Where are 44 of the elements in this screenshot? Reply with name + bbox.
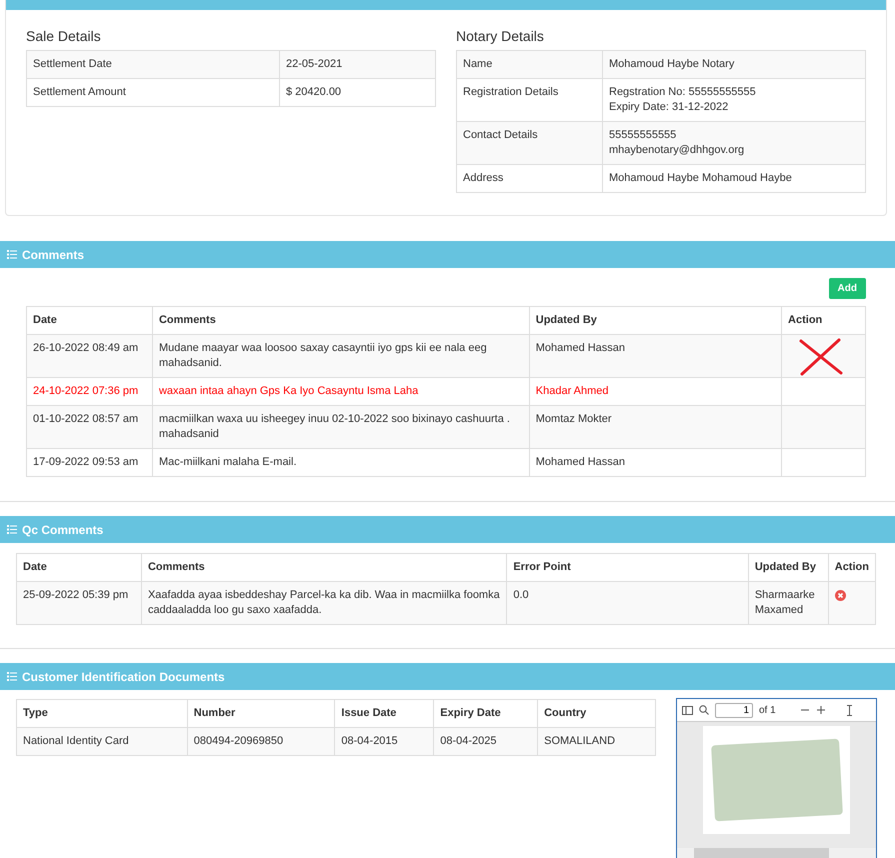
column-header: Date xyxy=(26,306,152,334)
table-cell: $ 20420.00 xyxy=(280,78,436,106)
column-header: Country xyxy=(538,700,656,728)
column-header: Number xyxy=(187,700,335,728)
table-cell: Settlement Date xyxy=(26,50,280,78)
table-cell: 08-04-2015 xyxy=(334,728,434,756)
subsection-title: Notary Details xyxy=(456,28,545,44)
zoom-in-icon[interactable] xyxy=(816,705,826,715)
table-cell: Sharmaarke Maxamed xyxy=(748,582,828,624)
column-header: Date xyxy=(16,554,142,582)
subsection-title: Sale Details xyxy=(26,28,102,44)
table-cell: 0.0 xyxy=(506,582,748,624)
column-header: Comments xyxy=(152,306,530,334)
delete-icon[interactable] xyxy=(834,590,846,601)
table-cell: 08-04-2025 xyxy=(434,728,538,756)
column-header: Error Point xyxy=(506,554,748,582)
table-cell: Settlement Amount xyxy=(26,78,280,106)
page-count: of 1 xyxy=(759,704,776,716)
column-header: Type xyxy=(16,700,188,728)
table-cell: Mohamoud Haybe Notary xyxy=(602,50,866,78)
table-cell: Xaafadda ayaa isbeddeshay Parcel-ka ka dib. Waa in macmiilka foomka caddaaladda loo gu saxo xaafadda. xyxy=(141,582,507,624)
column-header: Updated By xyxy=(529,306,782,334)
column-header: Comments xyxy=(141,554,507,582)
table-cell: 080494-20969850 xyxy=(187,728,335,756)
table-cell: SOMALILAND xyxy=(538,728,656,756)
list-icon xyxy=(7,525,17,534)
section-title: Customer Identification Documents xyxy=(22,670,225,684)
table-cell: Mac-miilkani malaha E-mail. xyxy=(152,448,530,476)
text-cursor-icon[interactable] xyxy=(846,704,853,716)
list-icon xyxy=(7,250,17,259)
table-cell: Mohamoud Haybe Mohamoud Haybe xyxy=(602,164,866,192)
list-icon xyxy=(7,672,17,681)
section-title: Comments xyxy=(22,248,84,262)
page-number-field[interactable]: 1 xyxy=(715,702,753,718)
table-cell: Mohamed Hassan xyxy=(529,448,782,476)
sidebar-icon[interactable] xyxy=(682,706,693,714)
table-cell: National Identity Card xyxy=(16,728,188,756)
table-cell: 22-05-2021 xyxy=(280,50,436,78)
table-cell: Name xyxy=(456,50,602,78)
table-cell: 17-09-2022 09:53 am xyxy=(26,448,152,476)
search-icon[interactable] xyxy=(699,705,709,715)
table-cell: 25-09-2022 05:39 pm xyxy=(16,582,142,624)
table-cell: Address xyxy=(456,164,602,192)
section-title: Qc Comments xyxy=(22,522,104,536)
